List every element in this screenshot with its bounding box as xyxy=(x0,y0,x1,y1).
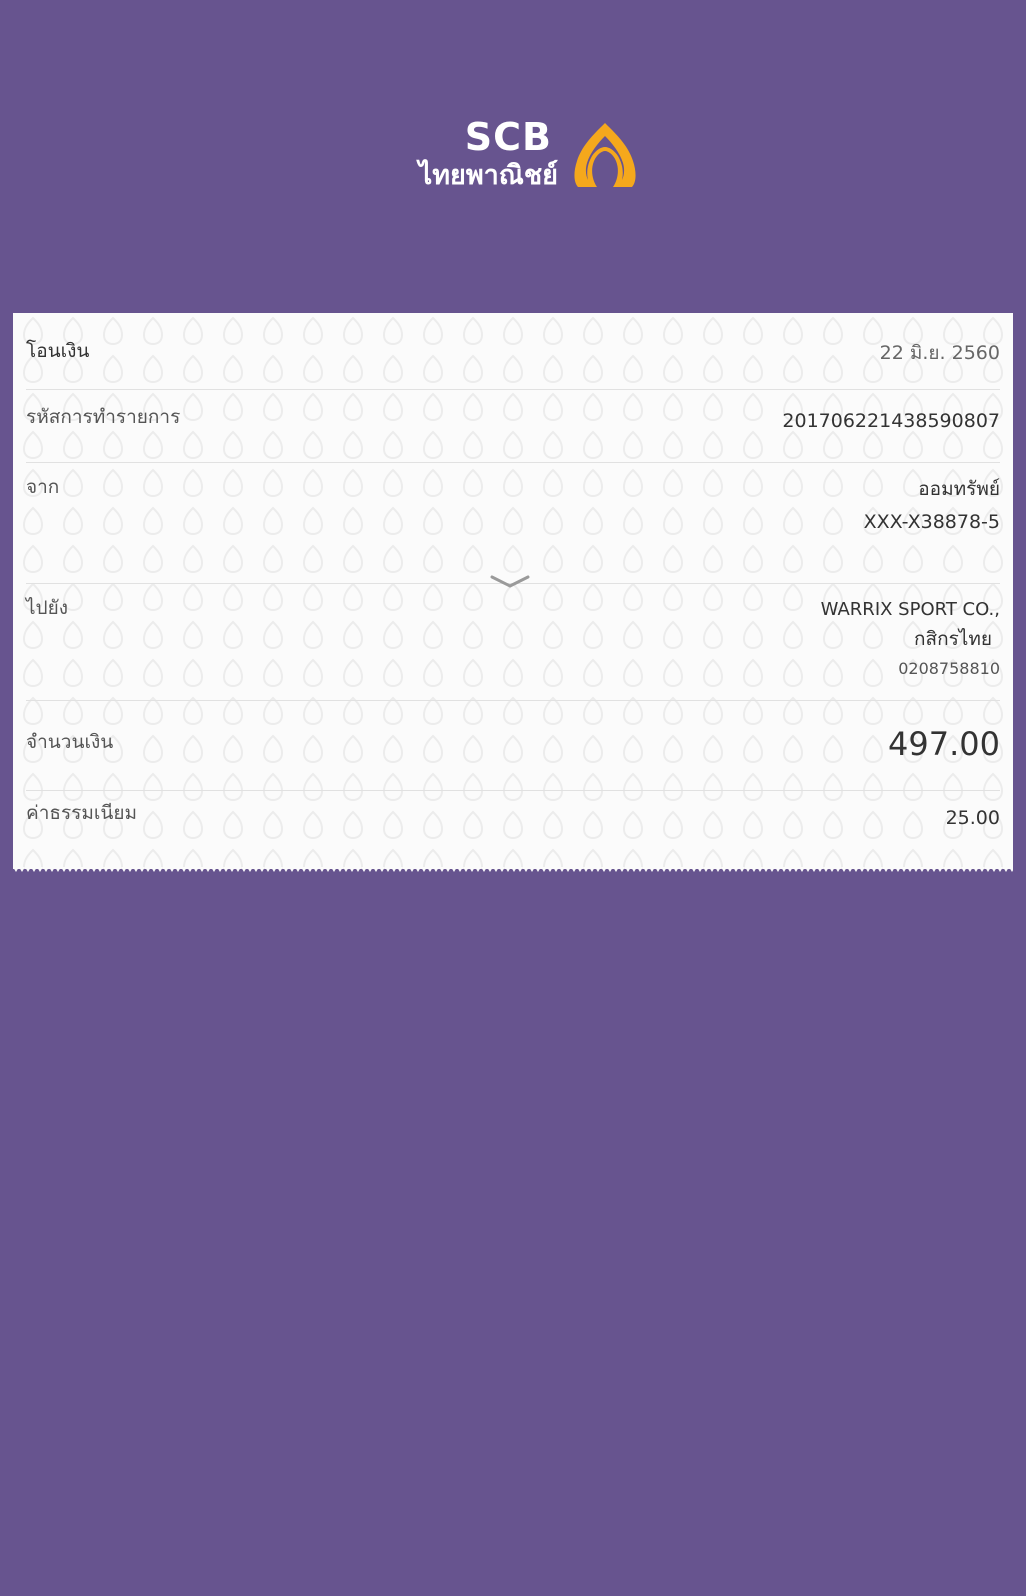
divider xyxy=(26,462,1000,463)
to-row: ไปยัง WARRIX SPORT CO., กสิกรไทย 0208758… xyxy=(26,596,1000,686)
amount-label: จำนวนเงิน xyxy=(26,731,114,753)
logo-name-th: ไทยพาณิชย์ xyxy=(418,160,558,191)
from-account-number: XXX-X38878-5 xyxy=(863,511,1000,533)
to-account-name: WARRIX SPORT CO., xyxy=(820,599,1000,620)
from-label: จาก xyxy=(26,476,60,498)
from-account-name: ออมทรัพย์ xyxy=(918,478,1000,500)
transfer-header-row: โอนเงิน 22 มิ.ย. 2560 xyxy=(26,337,1000,367)
divider xyxy=(26,790,1000,791)
scb-logo: SCB ไทยพาณิชย์ xyxy=(383,118,645,198)
transfer-date: 22 มิ.ย. 2560 xyxy=(879,342,1000,364)
fee-value: 25.00 xyxy=(945,807,1000,829)
from-row: จาก ออมทรัพย์ XXX-X38878-5 xyxy=(26,475,1000,555)
reference-label: รหัสการทำรายการ xyxy=(26,406,181,428)
amount-row: จำนวนเงิน 497.00 xyxy=(26,723,1000,769)
to-account-number: 0208758810 xyxy=(898,659,1000,678)
divider xyxy=(26,389,1000,390)
receipt-torn-edge xyxy=(13,867,1013,873)
to-bank-name: กสิกรไทย xyxy=(913,628,992,650)
transfer-title: โอนเงิน xyxy=(26,340,90,362)
reference-value: 201706221438590807 xyxy=(782,410,1000,432)
transfer-receipt: โอนเงิน 22 มิ.ย. 2560 รหัสการทำรายการ 20… xyxy=(13,313,1013,869)
logo-name-en: SCB xyxy=(464,115,552,159)
reference-row: รหัสการทำรายการ 201706221438590807 xyxy=(26,405,1000,445)
fee-label: ค่าธรรมเนียม xyxy=(26,802,138,824)
scb-bai-sema-icon xyxy=(574,123,636,187)
fee-row: ค่าธรรมเนียม 25.00 xyxy=(26,801,1000,835)
amount-value: 497.00 xyxy=(888,725,1000,763)
chevron-down-icon[interactable] xyxy=(490,575,530,589)
logo-wordmark: SCB ไทยพาณิชย์ xyxy=(383,118,558,194)
divider xyxy=(26,700,1000,701)
to-label: ไปยัง xyxy=(26,597,69,619)
